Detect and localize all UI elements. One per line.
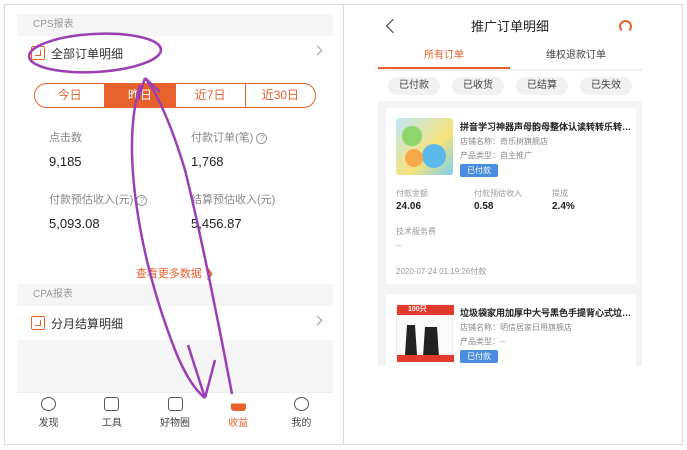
product-type: 产品类型：-- <box>460 337 506 346</box>
help-icon[interactable]: ? <box>136 195 148 206</box>
filter-expired[interactable]: 已失效 <box>580 77 632 95</box>
tab-yesterday[interactable]: 昨日 <box>105 84 176 107</box>
bag-icon <box>167 397 183 411</box>
page-title: 推广订单明细 <box>470 19 549 34</box>
tab-30-days[interactable]: 近30日 <box>246 84 315 107</box>
paid-income-label: 付款预估收入(元) <box>49 194 134 206</box>
header: 推广订单明细 <box>378 10 642 44</box>
order-time: 2020-07-24 01:19:26付款 <box>396 267 487 276</box>
earnings-screen: CPS报表 全部订单明细 今日 昨日 近7日 近30日 点击数 9,185 付款… <box>17 14 333 434</box>
settled-income-value: 5,456.87 <box>191 216 242 231</box>
product-type: 产品类型：自主推广 <box>460 151 532 160</box>
tab-label: 发现 <box>38 418 59 429</box>
more-data-link[interactable]: 查看更多数据 ❯ <box>17 265 333 281</box>
filter-received[interactable]: 已收货 <box>452 77 504 95</box>
edit-icon <box>31 46 45 60</box>
amount-value: 24.06 <box>396 201 422 212</box>
filter-paid[interactable]: 已付款 <box>388 77 440 95</box>
calendar-icon <box>31 316 45 330</box>
status-badge: 已付款 <box>460 350 498 363</box>
clicks-label: 点击数 <box>49 132 82 144</box>
rate-value: 2.4% <box>552 201 575 212</box>
tab-label: 工具 <box>101 418 122 429</box>
cps-section-label: CPS报表 <box>17 14 333 36</box>
fee-value: -- <box>396 241 402 250</box>
product-image <box>402 126 446 168</box>
order-card[interactable]: 100只 垃圾袋家用加厚中大号黑色手提背心式垃圾... 店铺名称：明信居家日用旗… <box>386 294 636 366</box>
settled-income-label: 结算预估收入(元) <box>191 194 276 206</box>
tab-all-orders[interactable]: 所有订单 <box>378 44 510 69</box>
paid-income-value: 5,093.08 <box>49 216 100 231</box>
order-details-screen: 推广订单明细 所有订单 维权退款订单 已付款 已收货 已结算 已失效 拼音学习神… <box>378 10 642 366</box>
product-title: 拼音学习神器声母韵母整体认读转转乐转盘... <box>460 122 632 132</box>
panel-divider <box>343 4 344 445</box>
bottom-tab-bar: 发现 工具 好物圈 收益 我的 <box>17 392 333 434</box>
paid-income-metric: 付款预估收入(元)? 5,093.08 <box>49 191 148 231</box>
all-orders-label: 全部订单明细 <box>51 46 124 61</box>
help-icon[interactable]: ? <box>256 133 268 144</box>
order-type-tabs: 所有订单 维权退款订单 <box>378 44 642 70</box>
product-thumbnail <box>396 118 453 175</box>
tab-label: 收益 <box>228 418 249 429</box>
headset-icon[interactable] <box>619 20 632 33</box>
product-title: 垃圾袋家用加厚中大号黑色手提背心式垃圾... <box>460 308 632 318</box>
tab-label: 好物圈 <box>160 418 190 429</box>
order-card[interactable]: 拼音学习神器声母韵母整体认读转转乐转盘... 店铺名称：奇乐树旗舰店 产品类型：… <box>386 108 636 284</box>
shop-name: 店铺名称：明信居家日用旗舰店 <box>460 323 572 332</box>
cpa-section-label: CPA报表 <box>17 284 333 306</box>
income-label: 付款预估收入 <box>474 189 522 198</box>
monthly-settlement-row[interactable]: 分月结算明细 <box>17 306 333 340</box>
all-orders-row[interactable]: 全部订单明细 <box>17 36 333 70</box>
fee-label: 技术服务费 <box>396 227 436 236</box>
stats-card: 今日 昨日 近7日 近30日 点击数 9,185 付款订单(笔)? 1,768 … <box>17 69 333 294</box>
status-badge: 已付款 <box>460 164 498 177</box>
tab-discover[interactable]: 发现 <box>17 393 80 434</box>
rate-label: 提成 <box>552 189 568 198</box>
tab-label: 我的 <box>291 418 312 429</box>
status-filters: 已付款 已收货 已结算 已失效 <box>378 71 642 101</box>
chevron-right-icon <box>312 315 323 326</box>
date-range-tabs: 今日 昨日 近7日 近30日 <box>34 83 316 108</box>
chevron-right-icon <box>312 45 323 56</box>
tab-refund-orders[interactable]: 维权退款订单 <box>510 44 642 69</box>
filter-settled[interactable]: 已结算 <box>516 77 568 95</box>
back-icon[interactable] <box>385 18 401 34</box>
chart-icon <box>230 397 246 411</box>
amount-label: 付款金额 <box>396 189 428 198</box>
smile-icon <box>41 397 57 411</box>
paid-orders-value: 1,768 <box>191 154 224 169</box>
clicks-value: 9,185 <box>49 154 82 169</box>
income-value: 0.58 <box>474 201 494 212</box>
tab-mine[interactable]: 我的 <box>270 393 333 434</box>
tab-earnings[interactable]: 收益 <box>207 393 270 434</box>
shop-name: 店铺名称：奇乐树旗舰店 <box>460 137 548 146</box>
tab-today[interactable]: 今日 <box>35 84 106 107</box>
tab-7-days[interactable]: 近7日 <box>176 84 246 107</box>
tab-tools[interactable]: 工具 <box>80 393 143 434</box>
monthly-settlement-label: 分月结算明细 <box>51 316 124 331</box>
tab-goods-circle[interactable]: 好物圈 <box>143 393 206 434</box>
settled-income-metric: 结算预估收入(元) 5,456.87 <box>191 191 275 231</box>
toolbox-icon <box>104 397 120 411</box>
clicks-metric: 点击数 9,185 <box>49 129 82 169</box>
person-icon <box>293 397 309 411</box>
paid-orders-metric: 付款订单(笔)? 1,768 <box>191 129 268 169</box>
paid-orders-label: 付款订单(笔) <box>191 132 254 144</box>
more-data-label: 查看更多数据 <box>135 268 202 280</box>
thumb-label: 100只 <box>408 306 427 313</box>
